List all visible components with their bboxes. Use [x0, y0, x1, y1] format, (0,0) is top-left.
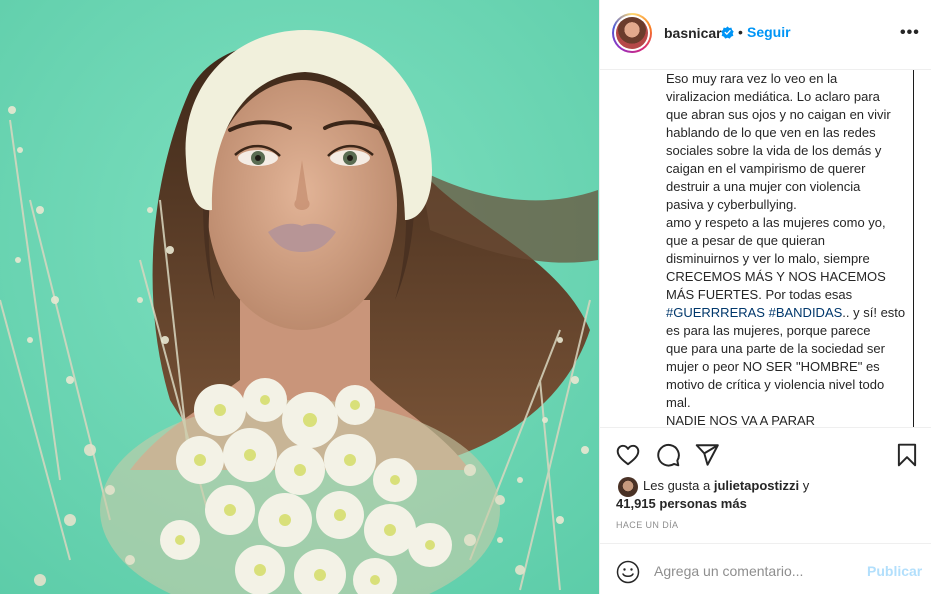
caption-scrollbar[interactable] [913, 70, 914, 427]
caption-line-rest: .. y sí! esto [842, 305, 906, 320]
post-image-illustration [0, 0, 599, 594]
publish-button[interactable]: Publicar [867, 563, 922, 579]
verified-badge-icon [721, 26, 734, 39]
bookmark-icon[interactable] [894, 442, 920, 468]
post-actions [600, 438, 931, 472]
caption-line: pasiva y cyberbullying. [666, 197, 797, 212]
likes-count-link[interactable]: 41,915 personas más [616, 496, 747, 511]
likes-count: 41,915 [616, 496, 656, 511]
paper-plane-icon[interactable] [694, 442, 720, 468]
caption-line: MÁS FUERTES. Por todas esas [666, 287, 853, 302]
comment-input[interactable] [654, 561, 854, 581]
caption-line: mujer o peor NO SER "HOMBRE" es [666, 359, 880, 374]
avatar[interactable] [612, 13, 652, 53]
likes-prefix: Les gusta a [643, 478, 711, 493]
caption-line: mal. [666, 395, 691, 410]
caption-line: es para las mujeres, porque parece [666, 323, 871, 338]
post-side-panel: basnicar • Seguir ••• Eso muy rara vez l… [599, 0, 931, 594]
caption-line: amo y respeto a las mujeres como yo, [666, 215, 886, 230]
caption-line: motivo de crítica y violencia nivel todo [666, 377, 885, 392]
hashtag-link[interactable]: #GUERRRERAS [666, 305, 765, 320]
post-timestamp[interactable]: HACE UN DÍA [616, 520, 678, 530]
likes-suffix: personas más [659, 496, 747, 511]
avatar-picture [616, 17, 648, 49]
heart-icon[interactable] [615, 442, 641, 468]
liker-username[interactable]: julietapostizzi [714, 478, 799, 493]
likes-line: Les gusta a julietapostizzi y [643, 478, 809, 493]
post-image[interactable] [0, 0, 599, 594]
caption-container[interactable]: Eso muy rara vez lo veo en la viralizaci… [600, 70, 931, 428]
caption-line: disminuirnos y ver lo malo, siempre [666, 251, 870, 266]
post-header: basnicar • Seguir ••• [600, 0, 931, 70]
caption-line: destruir a una mujer con violencia [666, 179, 861, 194]
comment-bar: Publicar [600, 543, 931, 594]
caption-line: viralizacion mediática. Lo aclaro para [666, 89, 880, 104]
caption-hashtag-line: #GUERRRERAS #BANDIDAS.. y sí! esto [666, 304, 911, 322]
caption-line: sociales sobre la vida de los demás y [666, 143, 882, 158]
comment-icon[interactable] [655, 442, 681, 468]
username-link[interactable]: basnicar [664, 25, 722, 41]
caption-line: caigan en el vampirismo de querer [666, 161, 866, 176]
follow-button[interactable]: Seguir [747, 24, 791, 40]
caption-line: que para una parte de la sociedad ser [666, 341, 885, 356]
caption-text: Eso muy rara vez lo veo en la viralizaci… [666, 70, 911, 428]
avatar-inner [614, 15, 650, 51]
caption-line: Eso muy rara vez lo veo en la [666, 71, 838, 86]
caption-line: CRECEMOS MÁS Y NOS HACEMOS [666, 269, 886, 284]
caption-line: NADIE NOS VA A PARAR [666, 413, 816, 428]
likes-conjunction: y [802, 478, 810, 493]
separator-dot: • [738, 24, 743, 40]
caption-line: que a pesar de que quieran [666, 233, 826, 248]
emoji-icon[interactable] [616, 560, 640, 584]
caption-line: hablando de lo que ven en las redes [666, 125, 876, 140]
liker-avatar[interactable] [618, 477, 638, 497]
hashtag-link[interactable]: #BANDIDAS [769, 305, 843, 320]
likes-summary: Les gusta a julietapostizzi y 41,915 per… [616, 476, 918, 516]
more-options-icon[interactable]: ••• [900, 24, 920, 42]
caption-line: que abran sus ojos y no caigan en vivir [666, 107, 891, 122]
